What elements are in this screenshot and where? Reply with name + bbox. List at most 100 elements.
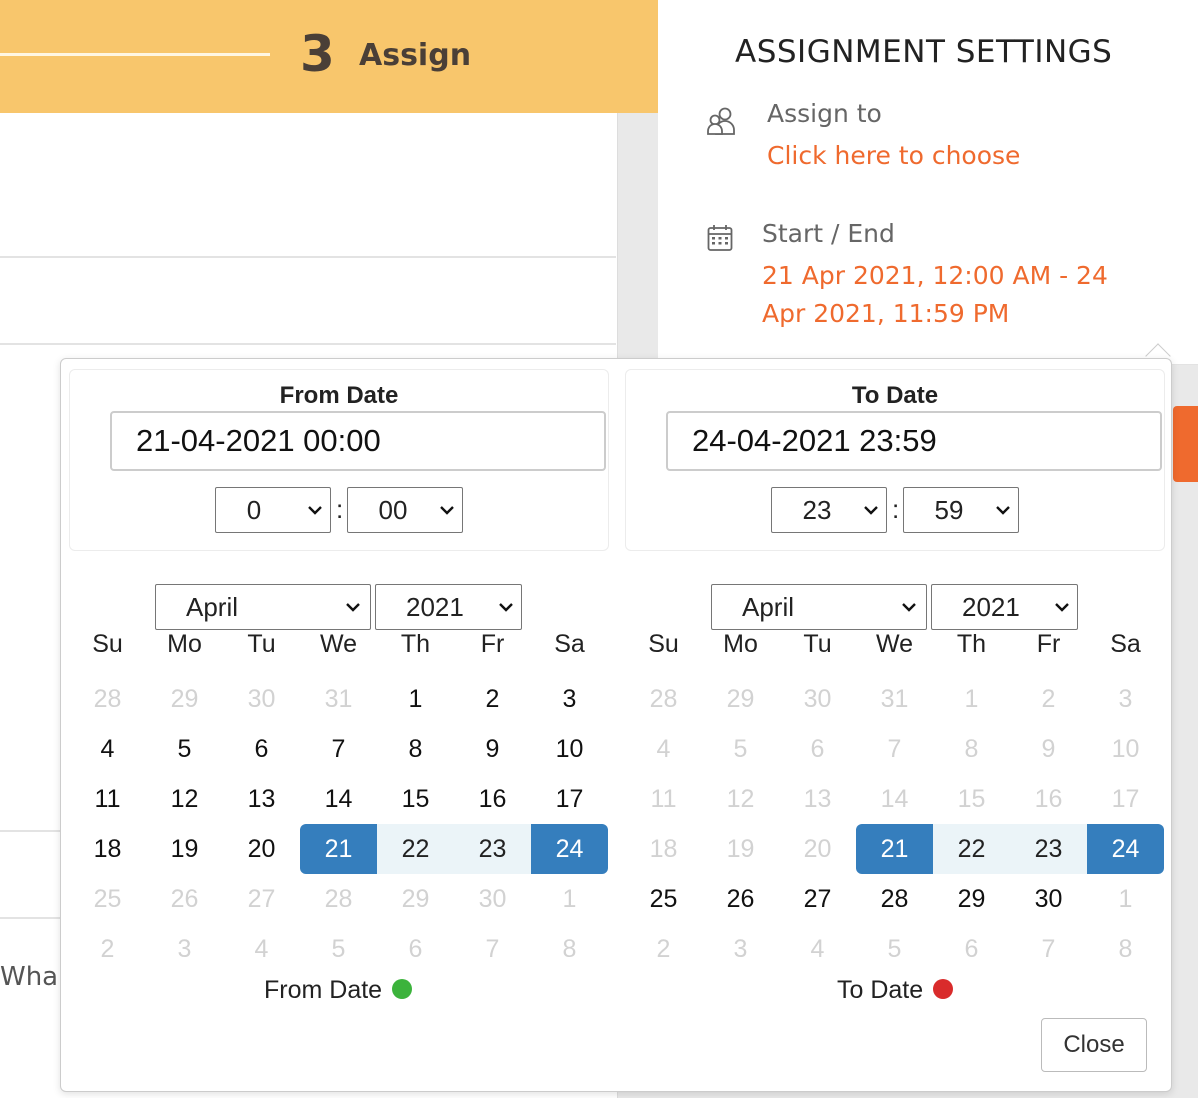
from-date-title: From Date (279, 382, 399, 409)
from-day-cell: 28 (324, 885, 353, 913)
to-day-cell: 28 (649, 685, 678, 713)
from-hour-select[interactable]: 0 (215, 487, 331, 533)
from-day-cell[interactable]: 2 (454, 674, 531, 724)
from-day-cell[interactable]: 19 (146, 824, 223, 874)
chevron-down-icon (1055, 603, 1069, 612)
from-day-cell: 3 (177, 935, 192, 963)
to-year-select[interactable]: 2021 (931, 584, 1078, 630)
from-day-cell: 5 (331, 935, 346, 963)
from-day-cell[interactable]: 14 (300, 774, 377, 824)
from-day-cell[interactable]: 10 (531, 724, 608, 774)
to-day-cell[interactable]: 24 (1087, 824, 1164, 874)
from-day-cell[interactable]: 23 (454, 824, 531, 874)
from-weekday-header: We (319, 630, 358, 658)
to-day-cell: 6 (810, 735, 825, 763)
to-day-cell[interactable]: 23 (1010, 824, 1087, 874)
start-end-value-line2[interactable]: Apr 2021, 11:59 PM (762, 295, 1009, 333)
to-day-cell: 19 (726, 835, 755, 863)
from-day-cell[interactable]: 15 (377, 774, 454, 824)
to-day-cell[interactable]: 25 (625, 874, 702, 924)
to-day-cell: 29 (726, 685, 755, 713)
chevron-down-icon (308, 506, 322, 515)
to-day-cell: 16 (1034, 785, 1063, 813)
daterange-picker: From Date 0 : 00 To Date 23 : 59 April (60, 358, 1172, 1092)
close-button[interactable]: Close (1041, 1018, 1147, 1072)
to-weekday-header: We (875, 630, 914, 658)
to-day-cell: 5 (733, 735, 748, 763)
to-day-cell: 7 (1041, 935, 1056, 963)
from-day-cell[interactable]: 16 (454, 774, 531, 824)
to-day-cell[interactable]: 27 (779, 874, 856, 924)
side-action-tab[interactable] (1173, 406, 1198, 482)
from-weekday-header: Tu (247, 630, 276, 658)
to-date-input[interactable] (666, 411, 1162, 471)
to-day-cell: 1 (1118, 885, 1133, 913)
from-day-cell[interactable]: 24 (531, 824, 608, 874)
to-day-cell: 4 (810, 935, 825, 963)
to-day-cell: 12 (726, 785, 755, 813)
to-day-cell: 30 (803, 685, 832, 713)
to-minute-select[interactable]: 59 (903, 487, 1019, 533)
from-day-cell[interactable]: 22 (377, 824, 454, 874)
to-day-cell: 2 (1041, 685, 1056, 713)
from-day-cell[interactable]: 18 (69, 824, 146, 874)
to-month-select[interactable]: April (711, 584, 927, 630)
step-label: Assign (359, 38, 472, 73)
from-weekday-header: Sa (554, 630, 585, 658)
from-minute-select[interactable]: 00 (347, 487, 463, 533)
to-date-title: To Date (851, 382, 939, 409)
to-time-box: To Date 23 : 59 (625, 369, 1165, 551)
to-weekday-header: Th (956, 630, 987, 658)
from-day-cell[interactable]: 11 (69, 774, 146, 824)
from-day-cell[interactable]: 1 (377, 674, 454, 724)
to-month-value: April (742, 592, 795, 622)
from-day-cell[interactable]: 13 (223, 774, 300, 824)
to-day-cell: 14 (880, 785, 909, 813)
from-day-cell[interactable]: 12 (146, 774, 223, 824)
from-day-cell[interactable]: 21 (300, 824, 377, 874)
from-day-cell: 29 (401, 885, 430, 913)
from-year-select[interactable]: 2021 (375, 584, 522, 630)
from-day-cell[interactable]: 9 (454, 724, 531, 774)
users-icon (707, 107, 735, 135)
to-day-cell: 3 (1118, 685, 1133, 713)
to-day-cell: 8 (964, 735, 979, 763)
from-day-cell[interactable]: 8 (377, 724, 454, 774)
wizard-header: 3 Assign (0, 0, 658, 113)
to-legend-label: To Date (837, 976, 924, 1004)
from-month-select[interactable]: April (155, 584, 371, 630)
from-day-cell[interactable]: 5 (146, 724, 223, 774)
from-weekday-header: Mo (167, 630, 202, 658)
assign-to-link[interactable]: Click here to choose (767, 137, 1020, 175)
to-day-cell[interactable]: 21 (856, 824, 933, 874)
from-day-cell: 29 (170, 685, 199, 713)
divider (0, 343, 616, 345)
from-day-cell[interactable]: 6 (223, 724, 300, 774)
to-day-cell[interactable]: 22 (933, 824, 1010, 874)
from-day-cell[interactable]: 7 (300, 724, 377, 774)
to-weekday-header: Su (648, 630, 679, 658)
chevron-down-icon (440, 506, 454, 515)
progress-line (0, 53, 270, 56)
to-hour-select[interactable]: 23 (771, 487, 887, 533)
from-hour-value: 0 (246, 495, 262, 525)
from-date-input[interactable] (110, 411, 606, 471)
divider (0, 256, 616, 258)
to-day-cell: 15 (957, 785, 986, 813)
to-day-cell[interactable]: 28 (856, 874, 933, 924)
to-day-cell: 8 (1118, 935, 1133, 963)
to-day-cell[interactable]: 30 (1010, 874, 1087, 924)
from-day-cell[interactable]: 17 (531, 774, 608, 824)
to-day-cell[interactable]: 29 (933, 874, 1010, 924)
to-day-cell[interactable]: 26 (702, 874, 779, 924)
chevron-down-icon (864, 506, 878, 515)
from-day-cell: 28 (93, 685, 122, 713)
from-day-cell[interactable]: 4 (69, 724, 146, 774)
from-day-cell: 2 (100, 935, 115, 963)
from-day-cell[interactable]: 3 (531, 674, 608, 724)
start-end-value-line1[interactable]: 21 Apr 2021, 12:00 AM - 24 (762, 257, 1108, 295)
settings-title: ASSIGNMENT SETTINGS (735, 34, 1113, 70)
from-weekday-header: Fr (480, 630, 505, 658)
from-day-cell[interactable]: 20 (223, 824, 300, 874)
from-minute-value: 00 (378, 495, 408, 525)
